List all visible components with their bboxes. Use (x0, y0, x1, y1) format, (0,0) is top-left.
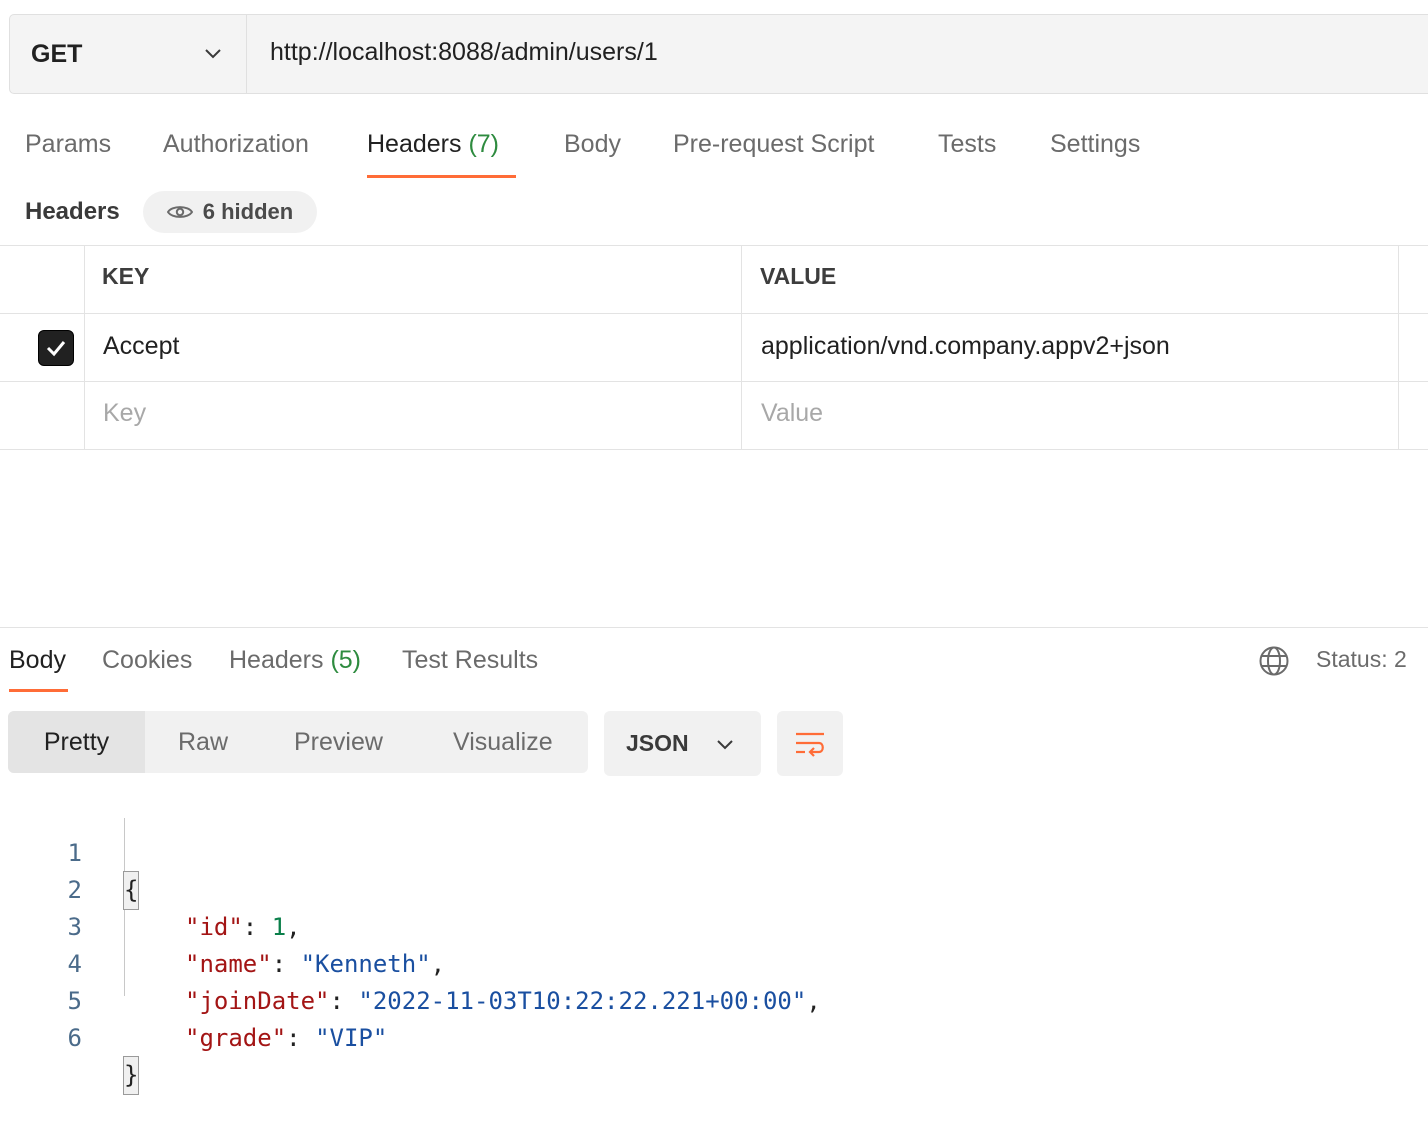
json-number: 1 (271, 913, 287, 941)
language-label: JSON (626, 730, 689, 756)
tab-pre-request-script[interactable]: Pre-request Script (673, 130, 874, 159)
view-raw-button[interactable]: Raw (178, 711, 228, 773)
tab-tests[interactable]: Tests (938, 130, 996, 159)
json-string: "2022-11-03T10:22:22.221+00:00" (358, 987, 807, 1015)
table-border (0, 381, 1428, 382)
json-key: "joinDate" (185, 987, 330, 1015)
globe-icon[interactable] (1258, 645, 1290, 677)
column-header-key: KEY (102, 263, 150, 289)
active-tab-indicator (367, 175, 516, 178)
tab-body[interactable]: Body (564, 130, 621, 159)
view-preview-button[interactable]: Preview (294, 711, 383, 773)
hidden-count-label: 6 hidden (202, 199, 294, 224)
header-enabled-checkbox[interactable] (38, 330, 74, 366)
json-key: "name" (185, 950, 272, 978)
response-active-tab-indicator (9, 689, 68, 692)
chevron-down-icon (717, 740, 733, 750)
response-divider[interactable] (0, 627, 1428, 628)
wrap-lines-button[interactable] (777, 711, 843, 776)
tab-params[interactable]: Params (25, 130, 111, 159)
json-key: "id" (185, 913, 243, 941)
eye-icon (166, 206, 193, 218)
line-number: 6 (67, 1024, 82, 1052)
new-value-input[interactable]: Value (761, 399, 823, 428)
view-visualize-button[interactable]: Visualize (453, 711, 553, 773)
table-divider (741, 246, 742, 449)
response-tab-cookies[interactable]: Cookies (102, 646, 192, 675)
header-key-cell[interactable]: Accept (103, 332, 179, 361)
json-string: "Kenneth" (300, 950, 431, 978)
json-string: "VIP" (315, 1024, 388, 1052)
header-value-cell[interactable]: application/vnd.company.appv2+json (761, 332, 1170, 361)
tab-headers[interactable]: Headers (7) (367, 130, 499, 159)
method-label: GET (31, 39, 83, 68)
tab-authorization[interactable]: Authorization (163, 130, 309, 159)
response-headers-count: (5) (330, 646, 362, 674)
table-divider (1398, 246, 1399, 449)
method-select[interactable]: GET (9, 14, 247, 94)
new-key-input[interactable]: Key (103, 399, 146, 428)
code-line: 3 "name": "Kenneth", (0, 872, 446, 978)
checkmark-icon (46, 341, 66, 357)
column-header-value: VALUE (760, 263, 837, 289)
response-body-editor[interactable]: 1 { 2 "id": 1, 3 "name": "Kenneth", 4 "j… (0, 798, 1428, 1095)
url-input[interactable]: http://localhost:8088/admin/users/1 (270, 38, 658, 67)
language-select[interactable]: JSON (604, 711, 761, 776)
close-brace: } (122, 1056, 140, 1095)
view-pretty-button[interactable]: Pretty (8, 711, 145, 773)
code-line: 5 "grade": "VIP" (0, 946, 388, 1052)
tab-settings[interactable]: Settings (1050, 130, 1140, 159)
json-key: "grade" (185, 1024, 287, 1052)
code-line: 1 { (0, 798, 140, 910)
headers-section-title: Headers (25, 198, 120, 225)
table-border-bottom (0, 449, 1428, 450)
headers-count: (7) (468, 130, 500, 158)
response-tab-headers[interactable]: Headers (5) (229, 646, 361, 675)
code-line: 6 } (0, 983, 140, 1095)
chevron-down-icon (205, 49, 221, 59)
wrap-lines-icon (796, 732, 824, 757)
table-divider (84, 246, 85, 449)
hidden-headers-toggle[interactable]: 6 hidden (143, 191, 317, 233)
response-tab-body[interactable]: Body (9, 646, 66, 675)
table-border (0, 313, 1428, 314)
table-border-top (0, 245, 1428, 246)
response-status: Status: 2 (1316, 646, 1407, 672)
response-tab-test-results[interactable]: Test Results (402, 646, 538, 675)
code-line: 4 "joinDate": "2022-11-03T10:22:22.221+0… (0, 909, 821, 1015)
code-line: 2 "id": 1, (0, 835, 301, 941)
open-brace: { (122, 871, 140, 910)
